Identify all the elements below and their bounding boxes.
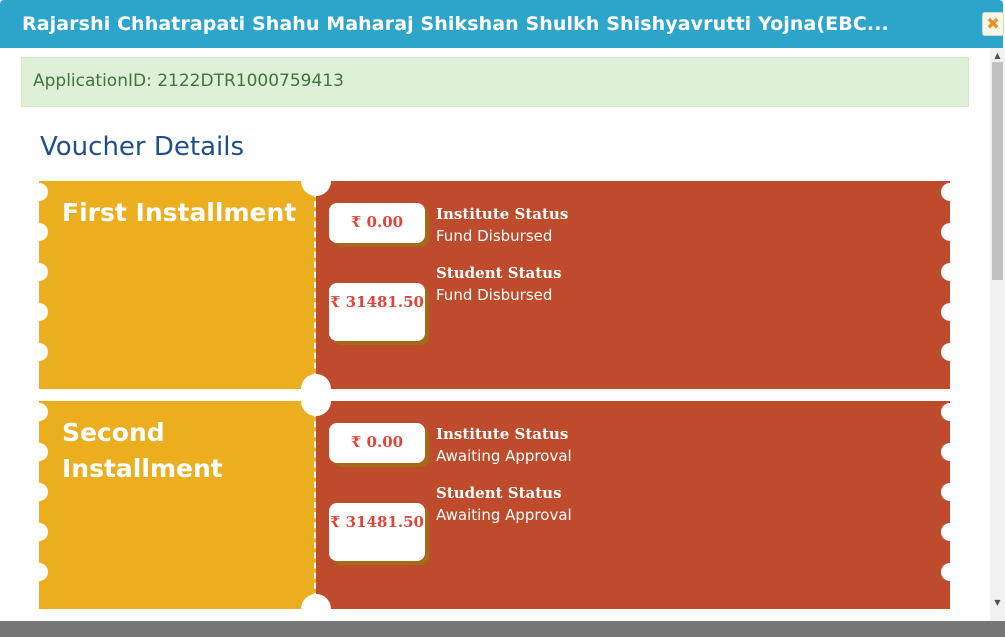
modal-body: ApplicationID: 2122DTR1000759413 Voucher… <box>0 48 990 621</box>
student-status-label: Student Status <box>436 484 562 502</box>
close-icon[interactable]: ✖ <box>982 12 1004 36</box>
modal-header: Rajarshi Chhatrapati Shahu Maharaj Shiks… <box>0 0 1004 48</box>
institute-amount-badge: ₹ 0.00 <box>329 423 425 463</box>
institute-status-label: Institute Status <box>436 205 569 223</box>
institute-status-value: Fund Disbursed <box>436 227 553 245</box>
application-id-alert: ApplicationID: 2122DTR1000759413 <box>21 57 969 107</box>
voucher-divider <box>314 181 316 389</box>
institute-status-label: Institute Status <box>436 425 569 443</box>
scroll-up-icon[interactable]: ▲ <box>990 50 1005 62</box>
student-status-value: Awaiting Approval <box>436 506 572 524</box>
voucher-divider <box>314 401 316 609</box>
section-title: Voucher Details <box>40 132 245 162</box>
institute-status-value: Awaiting Approval <box>436 447 572 465</box>
voucher-first-installment: First Installment ₹ 0.00 ₹ 31481.50 Inst… <box>39 181 950 389</box>
institute-amount-badge: ₹ 0.00 <box>329 203 425 243</box>
vertical-scrollbar[interactable]: ▲ ▼ <box>990 48 1005 621</box>
student-amount-badge: ₹ 31481.50 <box>329 503 425 561</box>
voucher-second-installment: Second Installment ₹ 0.00 ₹ 31481.50 Ins… <box>39 401 950 609</box>
scrollbar-thumb[interactable] <box>992 62 1003 280</box>
scroll-down-icon[interactable]: ▼ <box>990 597 1005 609</box>
installment-title: Second Installment <box>62 418 223 483</box>
footer-bar <box>0 621 1005 637</box>
student-status-value: Fund Disbursed <box>436 286 553 304</box>
installment-title: First Installment <box>62 198 297 227</box>
student-amount-badge: ₹ 31481.50 <box>329 283 425 341</box>
student-status-label: Student Status <box>436 264 562 282</box>
modal-title: Rajarshi Chhatrapati Shahu Maharaj Shiks… <box>22 13 889 35</box>
